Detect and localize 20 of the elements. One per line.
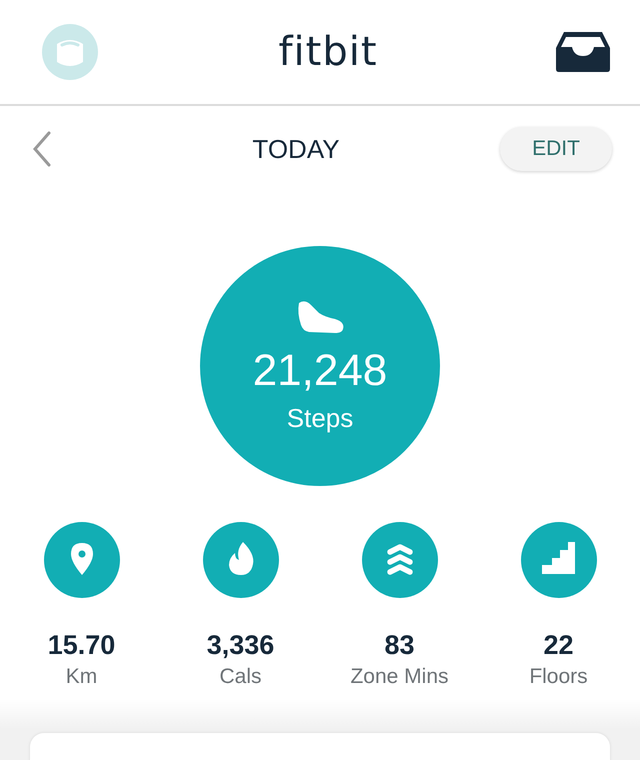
stat-value: 83 (384, 630, 415, 661)
edit-button[interactable]: EDIT (500, 127, 612, 171)
back-icon[interactable] (32, 131, 52, 167)
inbox-icon[interactable] (556, 32, 610, 72)
steps-circle[interactable]: 21,248 Steps (200, 246, 440, 486)
steps-value: 21,248 (252, 344, 388, 396)
stat-value: 3,336 (206, 630, 274, 661)
stat-value: 15.70 (48, 630, 116, 661)
day-title: TODAY (252, 134, 340, 164)
stat-value: 22 (543, 630, 574, 661)
flame-icon[interactable] (202, 522, 278, 598)
location-pin-icon[interactable] (44, 522, 120, 598)
steps-label: Steps (286, 402, 354, 434)
stat-label: Floors (529, 665, 588, 689)
stat-label: Cals (219, 665, 262, 689)
chevrons-icon[interactable] (362, 522, 438, 598)
stat-label: Zone Mins (350, 665, 449, 689)
stairs-icon[interactable] (520, 522, 596, 598)
stat-label: Km (66, 665, 98, 689)
fitbit-logo: fitbit (278, 29, 378, 75)
